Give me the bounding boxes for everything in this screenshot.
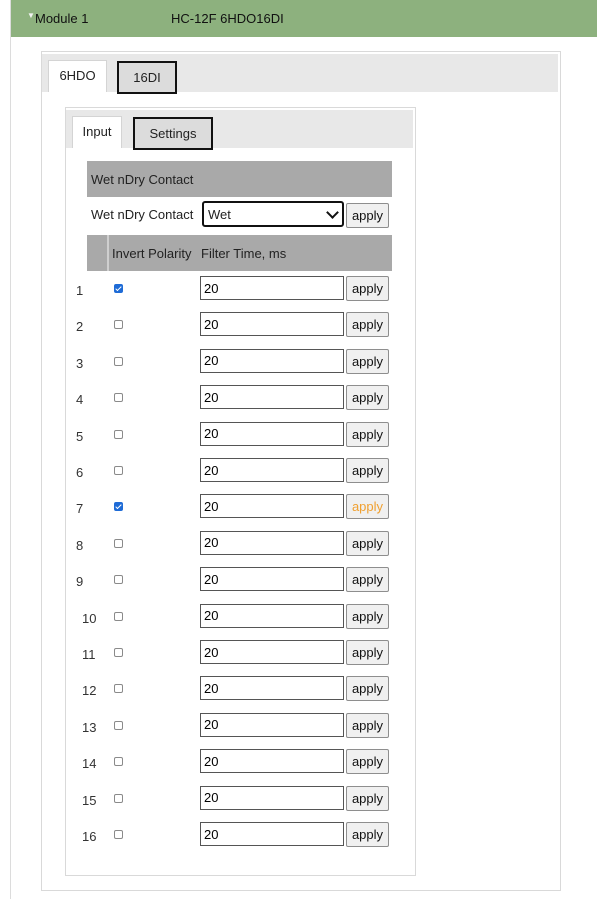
filter-apply-button[interactable]: apply [346,530,389,556]
filter-apply-button[interactable]: apply [346,822,389,847]
row-number: 7 [76,501,84,517]
filter-apply-button[interactable]: apply [346,640,389,665]
filter-time-input[interactable] [200,676,344,701]
filter-apply-button[interactable]: apply [346,385,389,411]
invert-polarity-checkbox[interactable] [114,611,123,621]
invert-polarity-checkbox[interactable] [114,284,123,293]
filter-time-input[interactable] [200,385,344,410]
module-type: HC-12F 6HDO16DI [171,11,284,26]
filter-apply-button[interactable]: apply [346,567,389,593]
row-number: 6 [76,465,84,480]
row-number: 3 [76,355,84,371]
filter-time-input[interactable] [200,421,344,446]
row-number: 8 [76,537,84,553]
invert-polarity-checkbox[interactable] [114,538,123,548]
wet-dry-apply-button[interactable]: apply [346,203,389,228]
wet-dry-label: Wet nDry Contact [91,207,194,222]
filter-apply-button[interactable]: apply [346,348,389,374]
filter-apply-button[interactable]: apply [346,458,389,483]
row-number: 10 [82,610,97,626]
filter-apply-button[interactable]: apply [346,712,389,738]
filter-time-input[interactable] [200,785,344,810]
invert-polarity-checkbox[interactable] [114,466,123,475]
row-number: 12 [82,683,97,699]
invert-polarity-checkbox[interactable] [114,320,123,330]
filter-time-input[interactable] [200,640,344,664]
row-number: 11 [82,647,96,662]
invert-polarity-checkbox[interactable] [114,356,123,366]
invert-polarity-checkbox[interactable] [114,575,123,585]
chevron-down-icon[interactable]: ▼ [27,11,35,20]
wet-dry-selected-value: Wet [208,207,231,222]
left-border [10,0,11,899]
invert-polarity-checkbox[interactable] [114,502,123,512]
filter-time-input[interactable] [200,749,344,774]
filter-apply-button[interactable]: apply [346,676,389,702]
page: ▼ Module 1 HC-12F 6HDO16DI 6HDO 16DI Inp… [0,0,597,899]
row-number: 4 [76,392,84,408]
invert-polarity-checkbox[interactable] [114,830,123,839]
invert-polarity-checkbox[interactable] [114,429,123,439]
filter-apply-button[interactable]: apply [346,749,389,775]
invert-polarity-checkbox[interactable] [114,757,123,767]
column-header-invert-polarity: Invert Polarity [112,246,192,261]
invert-polarity-checkbox[interactable] [114,684,123,694]
row-number: 1 [76,283,84,298]
filter-time-input[interactable] [200,276,344,300]
filter-time-input[interactable] [200,712,344,737]
row-number: 9 [76,574,84,590]
filter-apply-button[interactable]: apply [346,276,389,301]
row-number: 14 [82,756,97,772]
invert-polarity-checkbox[interactable] [114,393,123,403]
tab-16di[interactable]: 16DI [117,61,177,94]
filter-apply-button[interactable]: apply [346,421,389,447]
table-header: Invert Polarity Filter Time, ms [87,235,392,271]
wet-dry-section-header: Wet nDry Contact [87,161,392,197]
filter-time-input[interactable] [200,603,344,628]
tab-6hdo[interactable]: 6HDO [48,60,107,92]
tab-settings[interactable]: Settings [133,117,213,150]
wet-dry-select[interactable]: Wet [202,201,344,227]
filter-time-input[interactable] [200,494,344,519]
row-number: 2 [76,319,84,335]
row-number: 16 [82,829,97,844]
section-title: Wet nDry Contact [91,172,194,187]
filter-apply-button[interactable]: apply [346,312,389,338]
row-number: 13 [82,719,97,735]
filter-apply-button[interactable]: apply [346,494,389,520]
module-tab-bar: 6HDO 16DI [42,54,558,94]
invert-polarity-checkbox[interactable] [114,720,123,730]
filter-time-input[interactable] [200,348,344,373]
column-header-gap [107,235,109,271]
invert-polarity-checkbox[interactable] [114,793,123,803]
filter-time-input[interactable] [200,530,344,555]
sub-tab-bar: Input Settings [66,110,413,150]
filter-time-input[interactable] [200,567,344,592]
filter-time-input[interactable] [200,822,344,846]
row-number: 5 [76,428,84,444]
filter-apply-button[interactable]: apply [346,785,389,811]
tab-input[interactable]: Input [72,116,122,148]
module-header[interactable]: ▼ Module 1 HC-12F 6HDO16DI [11,0,597,37]
chevron-down-icon [326,206,339,219]
column-header-filter-time: Filter Time, ms [201,246,287,261]
filter-time-input[interactable] [200,312,344,337]
filter-apply-button[interactable]: apply [346,603,389,629]
module-name: Module 1 [35,11,89,26]
row-number: 15 [82,792,97,808]
filter-time-input[interactable] [200,458,344,482]
invert-polarity-checkbox[interactable] [114,648,123,657]
